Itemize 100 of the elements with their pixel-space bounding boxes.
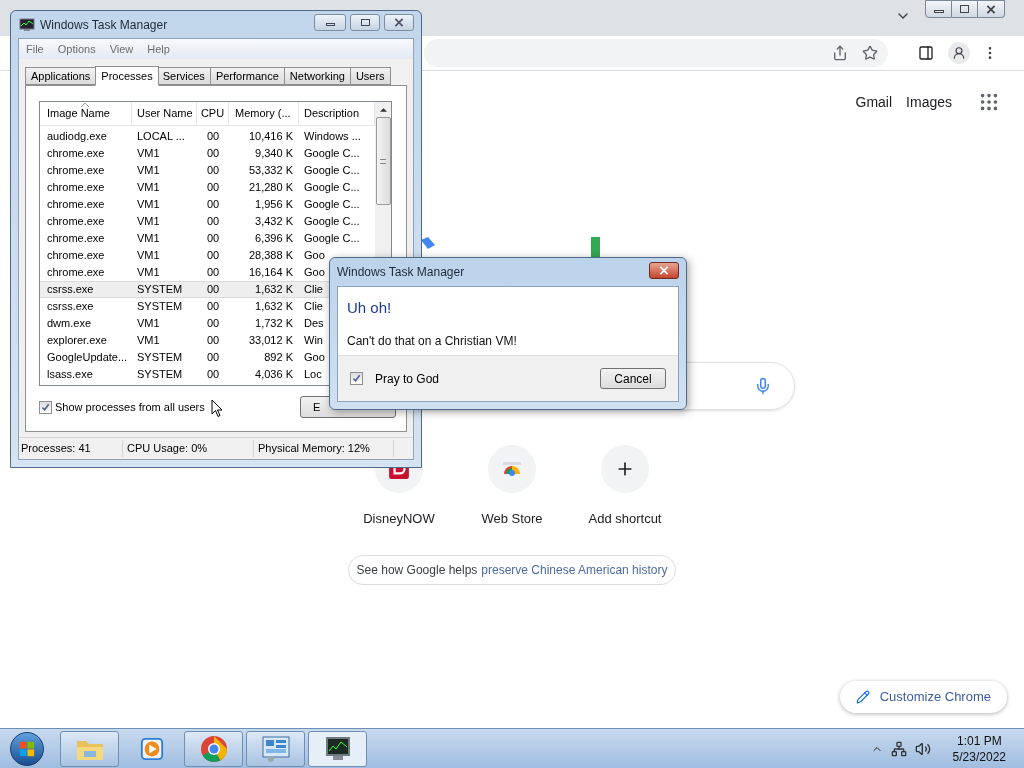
table-cell-text: explorer.exe	[47, 333, 107, 349]
table-cell-text: 00	[206, 129, 220, 145]
table-cell-text: Google C...	[304, 197, 360, 213]
table-row[interactable]: audiodg.exe LOCAL ... 00 10,416 K Windows ...	[40, 128, 375, 145]
table-row[interactable]: chrome.exe VM1 00 1,956 K Google C...	[40, 196, 375, 213]
web-store-icon	[502, 462, 522, 476]
table-cell-text: Google C...	[304, 180, 360, 196]
close-button[interactable]	[978, 0, 1005, 18]
menu-item[interactable]: View	[109, 40, 134, 58]
table-cell-text: SYSTEM	[137, 367, 183, 383]
table-cell-text: 16,164 K	[248, 265, 293, 281]
close-icon	[394, 18, 404, 27]
window-title: Windows Task Manager	[40, 16, 168, 34]
table-cell-text: Goo	[304, 350, 325, 366]
tab[interactable]: Applications	[25, 67, 97, 85]
table-cell-text: chrome.exe	[47, 231, 105, 247]
close-icon	[986, 4, 996, 14]
clock[interactable]: 1:01 PM 5/23/2022	[952, 732, 1006, 765]
tab[interactable]: Performance	[210, 67, 285, 85]
table-cell-text: 00	[206, 197, 220, 213]
table-cell-text: 00	[206, 367, 220, 383]
bookmark-star-icon[interactable]	[862, 45, 878, 61]
minimize-button[interactable]	[314, 14, 346, 31]
microphone-icon[interactable]	[754, 377, 772, 395]
control-panel-icon	[260, 734, 291, 763]
status-text: Processes: 41	[19, 440, 123, 457]
table-cell-text: Google C...	[304, 146, 360, 162]
column-header[interactable]: CPU	[197, 102, 229, 125]
table-cell-text: LOCAL ...	[137, 129, 185, 145]
header-link[interactable]: Images	[906, 91, 952, 113]
table-row[interactable]: chrome.exe VM1 00 28,388 K Goo	[40, 247, 375, 264]
side-panel-icon[interactable]	[918, 45, 934, 61]
table-row[interactable]: chrome.exe VM1 00 53,332 K Google C...	[40, 162, 375, 179]
checkbox[interactable]	[350, 372, 363, 385]
tab[interactable]: Networking	[284, 67, 351, 85]
table-cell-text: chrome.exe	[47, 163, 105, 179]
table-cell-text: Des	[304, 316, 324, 332]
menu-item[interactable]: File	[26, 40, 44, 58]
table-cell-text: audiodg.exe	[47, 129, 107, 145]
tab[interactable]: Services	[157, 67, 211, 85]
table-row[interactable]: chrome.exe VM1 00 9,340 K Google C...	[40, 145, 375, 162]
dialog-title: Windows Task Manager	[337, 264, 465, 281]
column-header[interactable]: User Name	[132, 102, 197, 125]
table-cell-text: 53,332 K	[248, 163, 293, 179]
table-cell-text: 00	[206, 163, 220, 179]
table-cell-text: chrome.exe	[47, 214, 105, 230]
table-cell-text: dwm.exe	[47, 316, 92, 332]
table-cell-text: chrome.exe	[47, 248, 105, 264]
table-cell-text: VM1	[137, 265, 160, 281]
table-cell-text: 1,956 K	[255, 197, 293, 213]
close-button[interactable]	[649, 261, 679, 279]
network-icon[interactable]	[890, 740, 907, 757]
table-row[interactable]: chrome.exe VM1 00 6,396 K Google C...	[40, 230, 375, 247]
scroll-up-arrow-icon[interactable]	[379, 108, 387, 112]
tab[interactable]: Users	[350, 67, 391, 85]
dialog-message: Can't do that on a Christian VM!	[347, 332, 518, 350]
menu-item[interactable]: Options	[57, 40, 96, 58]
task-manager-icon	[19, 16, 35, 33]
share-icon[interactable]	[832, 45, 848, 61]
column-header[interactable]: Image Name	[40, 102, 132, 125]
menu-item[interactable]: Help	[147, 40, 170, 58]
table-cell-text: 10,416 K	[248, 129, 293, 145]
table-cell-text: 00	[206, 214, 220, 230]
table-row[interactable]: chrome.exe VM1 00 3,432 K Google C...	[40, 213, 375, 230]
maximize-button[interactable]	[350, 14, 380, 31]
table-cell-text: 1,632 K	[255, 282, 293, 298]
mouse-cursor-icon	[211, 399, 223, 418]
volume-icon[interactable]	[914, 740, 931, 757]
table-cell-text: 00	[206, 282, 220, 298]
table-cell-text: VM1	[137, 333, 160, 349]
table-cell-text: Google C...	[304, 163, 360, 179]
promo-link[interactable]: preserve Chinese American history	[481, 560, 668, 579]
minimize-button[interactable]	[925, 0, 952, 18]
table-cell-text: 9,340 K	[255, 146, 293, 162]
start-button[interactable]	[10, 731, 44, 766]
header-link[interactable]: Gmail	[855, 91, 893, 113]
column-header[interactable]: Memory (...	[229, 102, 299, 125]
chrome-icon	[199, 734, 228, 763]
close-button[interactable]	[384, 14, 414, 31]
checkbox-label: Pray to God	[375, 370, 440, 388]
customize-chrome-button[interactable]: Customize Chrome	[839, 681, 1007, 713]
table-cell-text: chrome.exe	[47, 265, 105, 281]
table-cell-text: GoogleUpdate...	[47, 350, 128, 366]
restore-button[interactable]	[952, 0, 978, 18]
checkbox[interactable]	[39, 400, 52, 414]
profile-avatar[interactable]	[948, 42, 970, 64]
apps-grid-icon[interactable]	[978, 91, 1000, 113]
table-cell-text: Windows ...	[304, 129, 361, 145]
table-cell-text: VM1	[137, 180, 160, 196]
table-cell-text: Clie	[304, 299, 323, 315]
cancel-button[interactable]: Cancel	[600, 368, 666, 389]
tab[interactable]: Processes	[95, 66, 159, 86]
table-cell-text: 00	[206, 146, 220, 162]
table-cell-text: VM1	[137, 231, 160, 247]
table-row[interactable]: chrome.exe VM1 00 21,280 K Google C...	[40, 179, 375, 196]
table-cell-text: 3,432 K	[255, 214, 293, 230]
shortcut-label: DisneyNOW	[363, 510, 435, 528]
close-icon	[659, 265, 669, 275]
taskbar-button[interactable]	[308, 730, 367, 767]
table-cell-text: Goo	[304, 248, 325, 264]
